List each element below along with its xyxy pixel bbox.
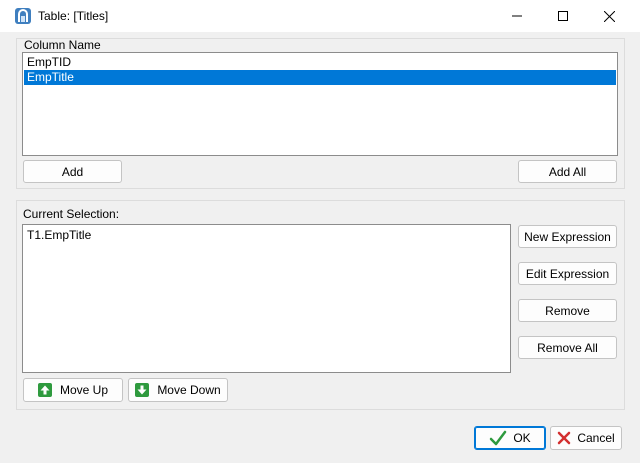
current-selection-label: Current Selection: [23, 207, 120, 221]
maximize-button[interactable] [540, 0, 586, 32]
remove-button[interactable]: Remove [518, 299, 617, 322]
move-up-button[interactable]: Move Up [23, 378, 123, 402]
list-item[interactable]: EmpTID [24, 55, 616, 70]
remove-all-button[interactable]: Remove All [518, 336, 617, 359]
close-icon [603, 10, 615, 22]
arrow-down-icon [135, 383, 150, 397]
column-name-list[interactable]: EmpTID EmpTitle [22, 52, 618, 156]
ok-button[interactable]: OK [474, 426, 546, 450]
close-button[interactable] [586, 0, 632, 32]
checkmark-icon [489, 430, 507, 446]
dialog-body: Column Name EmpTID EmpTitle Add Add All … [0, 32, 640, 463]
window-title: Table: [Titles] [38, 9, 109, 23]
add-all-button[interactable]: Add All [518, 160, 617, 183]
list-item[interactable]: EmpTitle [24, 70, 616, 85]
new-expression-button[interactable]: New Expression [518, 225, 617, 248]
database-table-icon [15, 8, 31, 24]
minimize-button[interactable] [494, 0, 540, 32]
maximize-icon [558, 11, 568, 21]
move-down-button[interactable]: Move Down [128, 378, 228, 402]
cancel-label: Cancel [577, 431, 615, 445]
cancel-x-icon [557, 431, 571, 445]
list-item[interactable]: T1.EmpTitle [24, 228, 509, 243]
minimize-icon [512, 15, 522, 17]
add-button[interactable]: Add [23, 160, 122, 183]
column-name-label: Column Name [24, 38, 101, 52]
arrow-up-icon [37, 383, 52, 397]
cancel-button[interactable]: Cancel [550, 426, 622, 450]
current-selection-list[interactable]: T1.EmpTitle [22, 224, 511, 373]
move-down-label: Move Down [157, 383, 221, 397]
edit-expression-button[interactable]: Edit Expression [518, 262, 617, 285]
ok-label: OK [513, 431, 531, 445]
title-bar: Table: [Titles] [0, 0, 640, 32]
move-up-label: Move Up [59, 383, 109, 397]
dialog-footer: OK Cancel [0, 414, 640, 463]
